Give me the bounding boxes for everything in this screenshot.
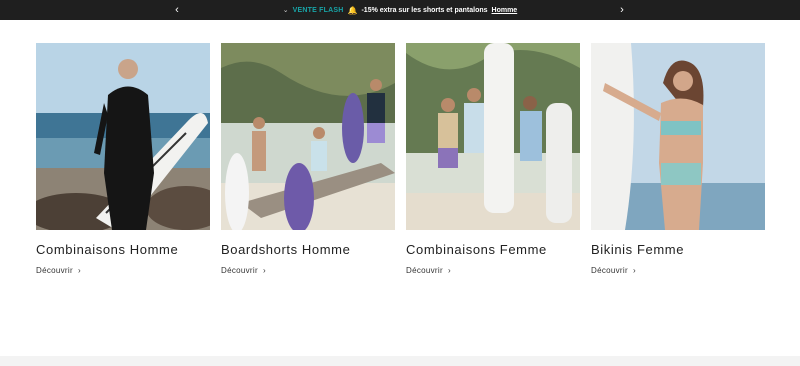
announcement-bar: ‹ ⌄ VENTE FLASH 🔔 -15% extra sur les sho… (0, 0, 800, 20)
chevron-right-icon: › (632, 266, 636, 275)
chevron-left-icon[interactable]: ‹ (167, 0, 187, 20)
category-card-combinaisons-homme[interactable]: Combinaisons Homme Découvrir › (36, 43, 210, 275)
category-title[interactable]: Bikinis Femme (591, 242, 765, 257)
footer-strip (0, 356, 800, 366)
discover-label: Découvrir (591, 266, 628, 275)
chevron-right-icon: › (77, 266, 81, 275)
category-card-boardshorts-homme[interactable]: Boardshorts Homme Découvrir › (221, 43, 395, 275)
discover-link[interactable]: Découvrir › (36, 266, 210, 275)
chevron-right-icon[interactable]: › (612, 0, 632, 20)
promo-text: -15% extra sur les shorts et pantalons (361, 6, 488, 14)
category-title[interactable]: Boardshorts Homme (221, 242, 395, 257)
chevron-down-icon: ⌄ (282, 7, 289, 14)
promo-link-homme[interactable]: Homme (492, 7, 518, 14)
category-grid: Combinaisons Homme Découvrir › Boardshor… (36, 43, 765, 275)
category-card-combinaisons-femme[interactable]: Combinaisons Femme Découvrir › (406, 43, 580, 275)
discover-label: Découvrir (221, 266, 258, 275)
discover-label: Découvrir (36, 266, 73, 275)
discover-link[interactable]: Découvrir › (221, 266, 395, 275)
category-title[interactable]: Combinaisons Homme (36, 242, 210, 257)
category-image-bikinis-femme[interactable] (591, 43, 765, 230)
discover-link[interactable]: Découvrir › (406, 266, 580, 275)
flash-sale-label: VENTE FLASH (292, 6, 344, 14)
discover-label: Découvrir (406, 266, 443, 275)
announcement-message: ⌄ VENTE FLASH 🔔 -15% extra sur les short… (283, 6, 517, 15)
category-image-combinaisons-femme[interactable] (406, 43, 580, 230)
bell-icon: 🔔 (347, 5, 358, 15)
category-title[interactable]: Combinaisons Femme (406, 242, 580, 257)
category-image-combinaisons-homme[interactable] (36, 43, 210, 230)
category-card-bikinis-femme[interactable]: Bikinis Femme Découvrir › (591, 43, 765, 275)
chevron-right-icon: › (262, 266, 266, 275)
category-image-boardshorts-homme[interactable] (221, 43, 395, 230)
discover-link[interactable]: Découvrir › (591, 266, 765, 275)
chevron-right-icon: › (447, 266, 451, 275)
